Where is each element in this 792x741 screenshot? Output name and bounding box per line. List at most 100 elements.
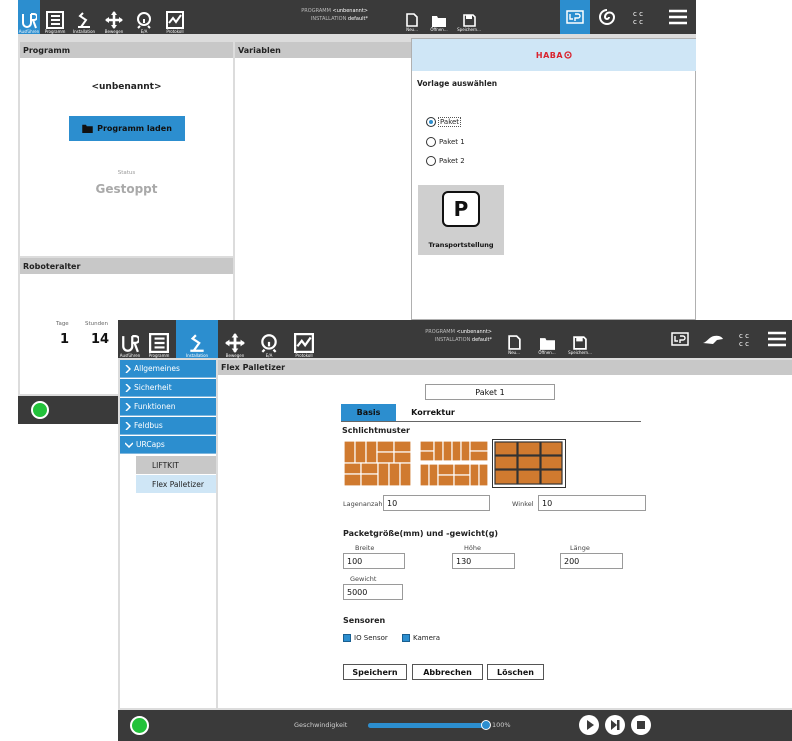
speed-slider[interactable] — [368, 720, 491, 730]
front-open-label: Öffnen... — [538, 350, 556, 355]
front-new-button[interactable]: Neu... — [504, 323, 524, 355]
weight-input[interactable]: 5000 — [343, 584, 403, 600]
front-installation-label: INSTALLATION — [434, 337, 471, 343]
chevron-right-icon — [125, 383, 131, 392]
back-nav-io[interactable]: E/A — [130, 0, 158, 34]
layers-input[interactable]: 10 — [383, 495, 490, 511]
length-input[interactable]: 200 — [560, 553, 623, 569]
play-button[interactable] — [579, 715, 599, 735]
step-icon — [611, 720, 620, 730]
sidebar-item-safety[interactable]: Sicherheit — [120, 379, 216, 397]
hamburger-menu-icon — [669, 9, 687, 25]
tab-underline — [341, 421, 641, 422]
speed-slider-handle[interactable] — [481, 720, 491, 730]
template-option-paket-2-label: Paket 2 — [439, 157, 465, 165]
sidebar-subitem-flex-palletizer[interactable]: Flex Palletizer — [136, 475, 216, 493]
back-program-label: PROGRAMM — [301, 8, 331, 14]
speed-slider-fill — [368, 723, 486, 728]
back-urcaps-button[interactable] — [560, 0, 590, 34]
dialog-title: Vorlage auswählen — [417, 79, 498, 88]
ur-logo-icon — [22, 13, 37, 29]
front-nav-log[interactable]: Protokoll — [288, 320, 320, 358]
back-power-status-icon[interactable] — [31, 401, 49, 419]
svg-text:c c: c c — [633, 18, 643, 25]
transport-position-button[interactable]: P Transportstellung — [418, 185, 504, 255]
front-nav-installation[interactable]: Installation — [176, 320, 218, 358]
camera-label: Kamera — [413, 634, 441, 642]
stack-pattern-2[interactable] — [419, 440, 489, 487]
stack-pattern-1[interactable] — [343, 440, 413, 487]
load-program-button[interactable]: Programm laden — [69, 116, 185, 141]
front-cc-button[interactable]: c cc c — [734, 320, 758, 358]
tab-korrektur[interactable]: Korrektur — [398, 404, 468, 421]
program-tree-icon — [46, 11, 64, 29]
front-power-status-icon[interactable] — [130, 716, 149, 735]
sidebar-subitem-liftkit[interactable]: LIFTKIT — [136, 456, 216, 474]
sidebar-item-urcaps[interactable]: URCaps — [120, 436, 216, 454]
back-open-button[interactable]: Öffnen... — [426, 2, 452, 32]
front-gripper-button[interactable] — [698, 320, 728, 358]
front-nav-run[interactable]: Ausführen — [118, 320, 142, 358]
save-button[interactable]: Speichern — [343, 664, 407, 680]
width-label: Breite — [355, 544, 375, 552]
front-nav-program-label: Programm — [148, 353, 170, 358]
template-option-paket-1[interactable]: Paket 1 — [426, 137, 465, 147]
sidebar-item-functions[interactable]: Funktionen — [120, 398, 216, 416]
variables-panel-header: Variablen — [235, 42, 411, 58]
back-nav-run[interactable]: Ausführen — [18, 0, 40, 34]
front-menu-button[interactable] — [764, 320, 790, 358]
template-option-paket-2[interactable]: Paket 2 — [426, 156, 465, 166]
front-open-button[interactable]: Öffnen... — [534, 323, 560, 355]
width-input[interactable]: 100 — [343, 553, 405, 569]
svg-text:c c: c c — [739, 332, 749, 340]
stop-button[interactable] — [631, 715, 651, 735]
speed-value: 100% — [492, 721, 511, 729]
camera-checkbox[interactable]: Kamera — [402, 634, 440, 642]
back-new-button[interactable]: Neu... — [402, 2, 422, 32]
angle-input[interactable]: 10 — [538, 495, 646, 511]
front-save-button[interactable]: Speichern... — [564, 323, 596, 355]
front-save-label: Speichern... — [568, 350, 592, 355]
program-panel: <unbenannt> Programm laden Status Gestop… — [20, 58, 233, 256]
tab-basis-label: Basis — [356, 408, 381, 417]
height-input[interactable]: 130 — [452, 553, 515, 569]
back-save-label: Speichern... — [457, 27, 481, 32]
back-nav-move[interactable]: Bewegen — [100, 0, 128, 34]
back-swirl-button[interactable] — [594, 0, 620, 34]
sidebar-item-fieldbus[interactable]: Feldbus — [120, 417, 216, 435]
io-sensor-checkbox[interactable]: IO Sensor — [343, 634, 388, 642]
package-name-field[interactable]: Paket 1 — [425, 384, 555, 400]
back-cc-button[interactable]: c cc c — [628, 0, 652, 34]
back-nav-program[interactable]: Programm — [42, 0, 68, 34]
io-sensor-label: IO Sensor — [354, 634, 388, 642]
chevron-right-icon — [125, 364, 131, 373]
front-urcaps-button[interactable] — [666, 320, 694, 358]
back-installation-label: INSTALLATION — [310, 16, 347, 22]
log-chart-icon — [294, 333, 314, 353]
back-installation-value: default* — [347, 16, 368, 22]
front-installation-value: default* — [471, 337, 492, 343]
cancel-button[interactable]: Abbrechen — [412, 664, 483, 680]
front-nav-move[interactable]: Bewegen — [220, 320, 250, 358]
sidebar-item-general[interactable]: Allgemeines — [120, 360, 216, 378]
haba-logo-mark-icon — [564, 51, 572, 59]
size-section-title: Packetgröße(mm) und -gewicht(g) — [343, 529, 499, 538]
io-icon — [137, 12, 151, 29]
gripper-hand-icon — [703, 335, 723, 344]
front-nav-io[interactable]: E/A — [254, 320, 284, 358]
front-nav-program[interactable]: Programm — [144, 320, 174, 358]
back-save-button[interactable]: Speichern... — [454, 2, 484, 32]
back-nav-log[interactable]: Protokoll — [160, 0, 190, 34]
front-footer: Geschwindigkeit 100% — [118, 710, 792, 741]
save-disk-icon — [573, 336, 587, 350]
back-nav-installation[interactable]: Installation — [70, 0, 98, 34]
back-menu-button[interactable] — [664, 0, 692, 34]
template-option-paket[interactable]: Paket — [426, 117, 462, 127]
checkbox-checked-icon — [343, 634, 351, 642]
height-label: Höhe — [464, 544, 481, 552]
tab-basis[interactable]: Basis — [341, 404, 396, 421]
program-name: <unbenannt> — [91, 82, 162, 92]
step-button[interactable] — [605, 715, 625, 735]
stack-pattern-3[interactable] — [492, 439, 566, 488]
delete-button[interactable]: Löschen — [487, 664, 544, 680]
